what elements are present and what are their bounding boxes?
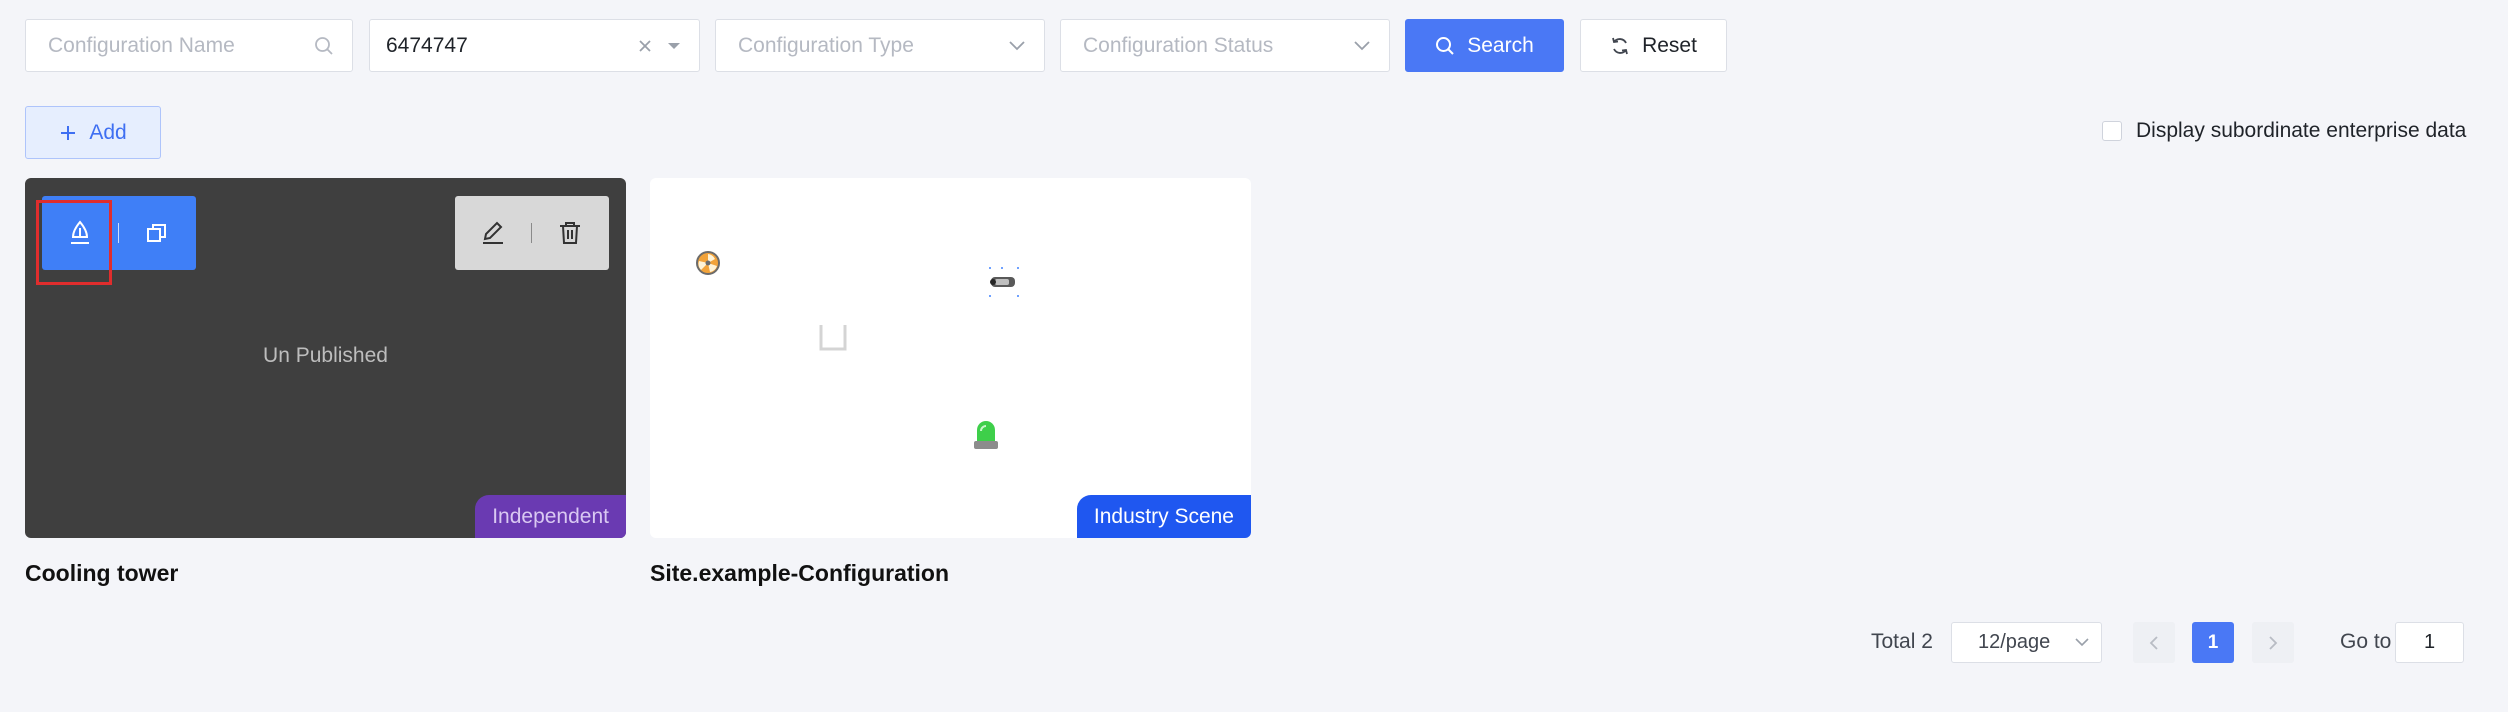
subordinate-enterprise-label: Display subordinate enterprise data	[2136, 119, 2467, 142]
configuration-type-placeholder: Configuration Type	[738, 33, 914, 57]
refresh-icon	[1612, 37, 1628, 54]
configuration-id-value: 6474747	[386, 33, 468, 57]
card-type-tag: Independent	[475, 495, 626, 538]
copy-button[interactable]	[119, 196, 195, 270]
configuration-card-title[interactable]: Site.example-Configuration	[650, 560, 949, 587]
reset-button-label: Reset	[1642, 33, 1697, 57]
configuration-type-select[interactable]: Configuration Type	[715, 19, 1045, 72]
configuration-name-placeholder: Configuration Name	[48, 33, 235, 57]
goto-label: Go to	[2340, 630, 2392, 653]
reset-button[interactable]: Reset	[1580, 19, 1727, 72]
goto-page-input[interactable]: 1	[2395, 622, 2464, 663]
card-edit-actions	[455, 196, 609, 270]
chevron-down-icon	[1354, 41, 1370, 51]
publish-button-highlight	[36, 200, 112, 285]
chevron-right-icon	[2269, 635, 2278, 650]
chevron-left-icon	[2149, 635, 2158, 650]
card-type-tag: Industry Scene	[1076, 495, 1251, 538]
previous-page-button[interactable]	[2133, 622, 2175, 663]
clear-icon[interactable]	[637, 38, 653, 54]
subordinate-enterprise-toggle[interactable]: Display subordinate enterprise data	[2102, 119, 2466, 143]
search-icon	[315, 36, 333, 55]
caret-down-icon	[668, 42, 680, 49]
edit-button[interactable]	[455, 196, 531, 270]
search-icon	[1436, 36, 1454, 55]
page-size-select[interactable]: 12/page	[1951, 622, 2102, 663]
search-button-label: Search	[1467, 33, 1534, 57]
alarm-light-icon	[974, 421, 998, 449]
configuration-status-select[interactable]: Configuration Status	[1060, 19, 1390, 72]
search-button[interactable]: Search	[1405, 19, 1564, 72]
subordinate-enterprise-checkbox[interactable]	[2102, 121, 2122, 141]
add-button[interactable]: Add	[25, 106, 161, 159]
pagination-total: Total 2	[1871, 630, 1933, 653]
configuration-status-placeholder: Configuration Status	[1083, 33, 1274, 57]
unpublished-status: Un Published	[263, 344, 388, 367]
add-button-label: Add	[89, 120, 127, 144]
delete-button[interactable]	[532, 196, 608, 270]
configuration-card[interactable]: Un Published Independent	[25, 178, 626, 538]
fan-icon	[696, 251, 720, 275]
pump-icon	[989, 267, 1019, 297]
configuration-id-select[interactable]: 6474747	[369, 19, 700, 72]
page-size-value: 12/page	[1978, 631, 2051, 653]
chevron-down-icon	[2075, 638, 2089, 647]
configuration-name-input[interactable]: Configuration Name	[25, 19, 353, 72]
chevron-down-icon	[1009, 41, 1025, 51]
frame-icon	[819, 325, 847, 351]
delete-icon	[560, 222, 580, 244]
configuration-card-title[interactable]: Cooling tower	[25, 560, 178, 587]
plus-icon	[61, 125, 76, 140]
configuration-card[interactable]: Industry Scene	[650, 178, 1251, 538]
next-page-button[interactable]	[2252, 622, 2294, 663]
page-button-current[interactable]: 1	[2192, 622, 2234, 663]
copy-icon	[147, 224, 166, 242]
edit-icon	[483, 221, 503, 244]
